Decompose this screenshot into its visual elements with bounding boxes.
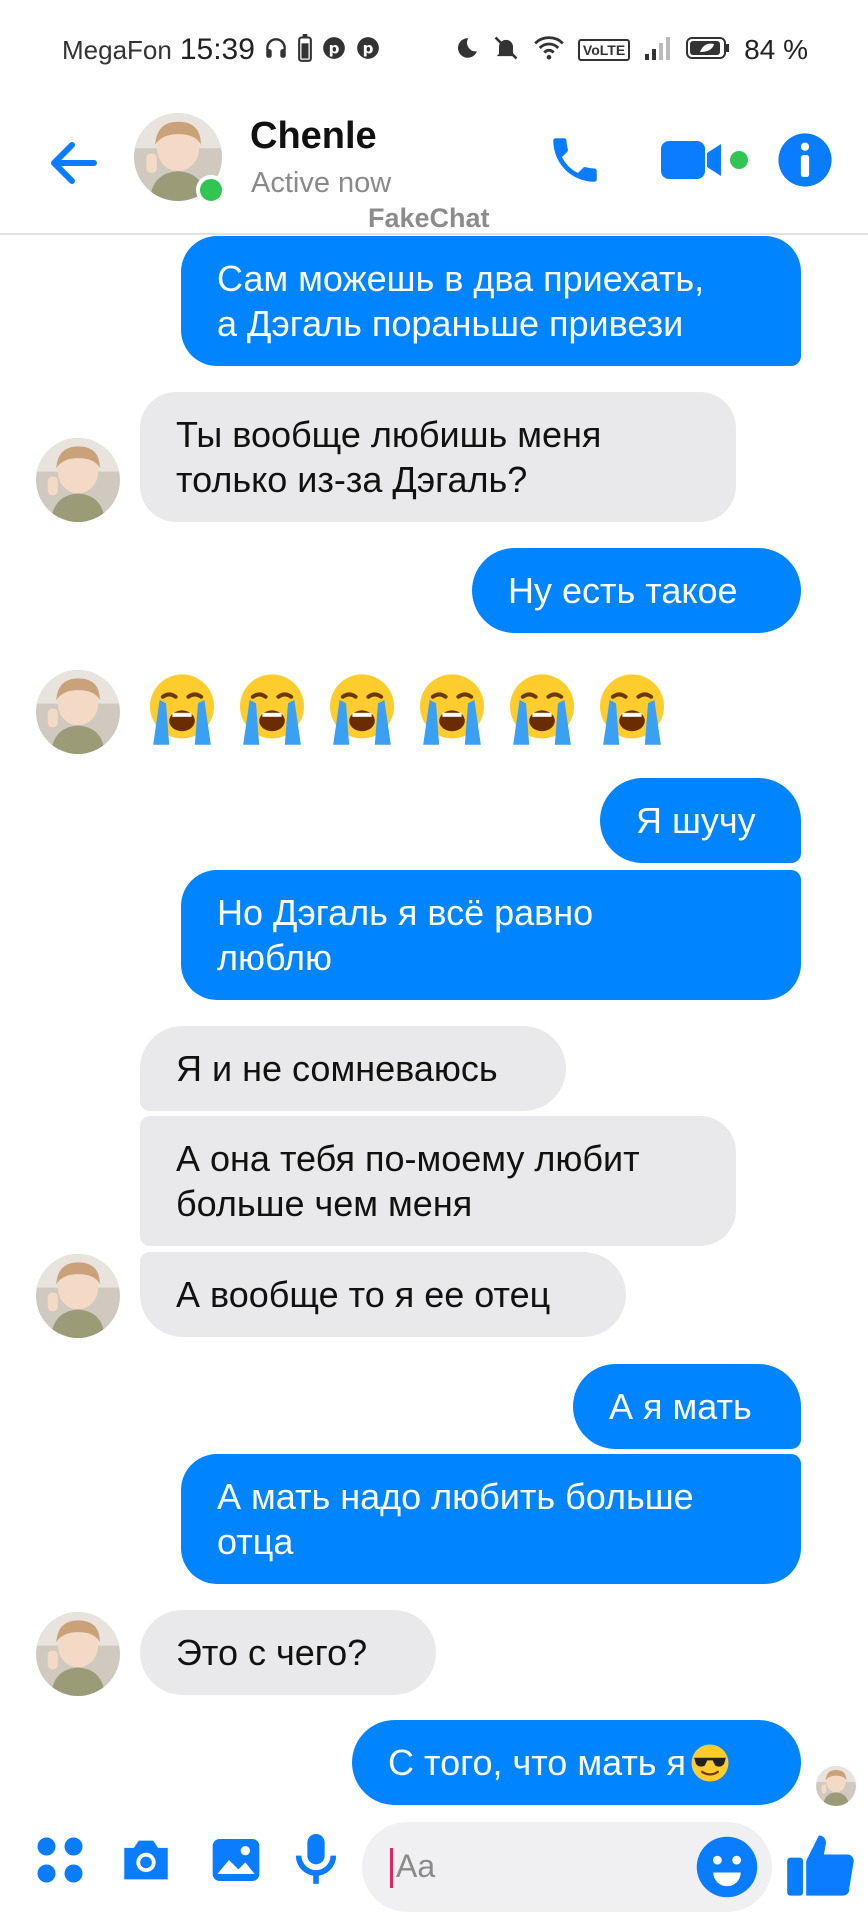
loudly-crying-face-icon bbox=[142, 668, 222, 748]
battery-small-icon bbox=[297, 33, 313, 67]
outgoing-message[interactable]: Я шучу bbox=[600, 778, 801, 863]
text-cursor bbox=[390, 1848, 393, 1888]
contact-avatar[interactable] bbox=[134, 113, 226, 205]
svg-text:p: p bbox=[362, 39, 373, 57]
outgoing-message[interactable]: Но Дэгаль я всё равно люблю bbox=[181, 870, 801, 1000]
message-composer: Aa bbox=[0, 1810, 868, 1920]
battery-icon bbox=[686, 36, 730, 65]
incoming-message[interactable]: А вообще то я ее отец bbox=[140, 1252, 626, 1337]
message-input[interactable]: Aa bbox=[362, 1822, 772, 1912]
contact-name[interactable]: Chenle bbox=[250, 115, 377, 158]
pinterest-icon: p bbox=[321, 35, 347, 66]
wifi-icon bbox=[534, 35, 564, 66]
sender-avatar[interactable] bbox=[36, 438, 120, 522]
outgoing-message[interactable]: Ну есть такое bbox=[472, 548, 801, 633]
clock: 15:39 bbox=[179, 33, 255, 66]
info-icon bbox=[778, 133, 832, 187]
incoming-message[interactable]: А она тебя по-моему любит больше чем мен… bbox=[140, 1116, 736, 1246]
sender-avatar[interactable] bbox=[36, 1612, 120, 1696]
outgoing-message[interactable]: А мать надо любить больше отца bbox=[181, 1454, 801, 1584]
emoji-button[interactable] bbox=[694, 1834, 760, 1900]
like-button[interactable] bbox=[784, 1826, 860, 1902]
video-camera-icon bbox=[661, 141, 748, 179]
microphone-icon bbox=[295, 1834, 337, 1884]
loudly-crying-face-icon bbox=[592, 668, 672, 748]
info-button[interactable] bbox=[770, 125, 840, 195]
sender-avatar[interactable] bbox=[36, 670, 120, 754]
back-button[interactable] bbox=[44, 133, 104, 193]
battery-percent: 84 % bbox=[744, 34, 808, 65]
arrow-left-icon bbox=[51, 142, 97, 184]
voice-message-button[interactable] bbox=[284, 1828, 348, 1892]
pinterest-icon: p bbox=[355, 35, 381, 66]
signal-icon bbox=[644, 36, 672, 65]
message-input-placeholder: Aa bbox=[396, 1848, 436, 1884]
loudly-crying-face-icon bbox=[322, 668, 402, 748]
do-not-disturb-icon bbox=[452, 35, 478, 66]
outgoing-message[interactable]: С того, что мать я bbox=[352, 1720, 801, 1805]
status-bar: MegaFon 15:39 p p VoLTE 84 % bbox=[0, 0, 868, 95]
emoji-message[interactable] bbox=[142, 668, 672, 748]
camera-icon bbox=[124, 1840, 168, 1880]
incoming-message[interactable]: Ты вообще любишь меня только из-за Дэгал… bbox=[140, 392, 736, 522]
gallery-button[interactable] bbox=[204, 1828, 268, 1892]
image-icon bbox=[212, 1839, 260, 1881]
muted-bell-icon bbox=[492, 34, 520, 67]
volte-badge: VoLTE bbox=[577, 39, 631, 61]
sender-avatar[interactable] bbox=[36, 1254, 120, 1338]
headphones-icon bbox=[263, 35, 289, 66]
outgoing-message[interactable]: Сам можешь в два приехать, а Дэгаль пора… bbox=[181, 236, 801, 366]
more-actions-button[interactable] bbox=[28, 1828, 92, 1892]
conversation-header: Chenle Active now FakeChat bbox=[0, 95, 868, 235]
outgoing-message[interactable]: А я мать bbox=[573, 1364, 801, 1449]
loudly-crying-face-icon bbox=[502, 668, 582, 748]
thumbs-up-icon bbox=[787, 1835, 854, 1896]
incoming-message[interactable]: Я и не сомневаюсь bbox=[140, 1026, 566, 1111]
incoming-message[interactable]: Это с чего? bbox=[140, 1610, 436, 1695]
smiling-face-with-sunglasses-icon bbox=[688, 1741, 732, 1785]
smiley-icon bbox=[696, 1836, 758, 1898]
watermark: FakeChat bbox=[368, 203, 490, 233]
svg-text:p: p bbox=[328, 39, 339, 57]
video-call-button[interactable] bbox=[655, 125, 755, 195]
carrier-label: MegaFon bbox=[62, 34, 172, 65]
loudly-crying-face-icon bbox=[412, 668, 492, 748]
online-indicator bbox=[196, 175, 226, 205]
camera-button[interactable] bbox=[114, 1828, 178, 1892]
phone-icon bbox=[553, 138, 597, 182]
call-button[interactable] bbox=[540, 125, 610, 195]
contact-status: Active now bbox=[251, 167, 392, 199]
loudly-crying-face-icon bbox=[232, 668, 312, 748]
four-dots-icon bbox=[37, 1837, 83, 1883]
seen-avatar bbox=[816, 1766, 856, 1806]
